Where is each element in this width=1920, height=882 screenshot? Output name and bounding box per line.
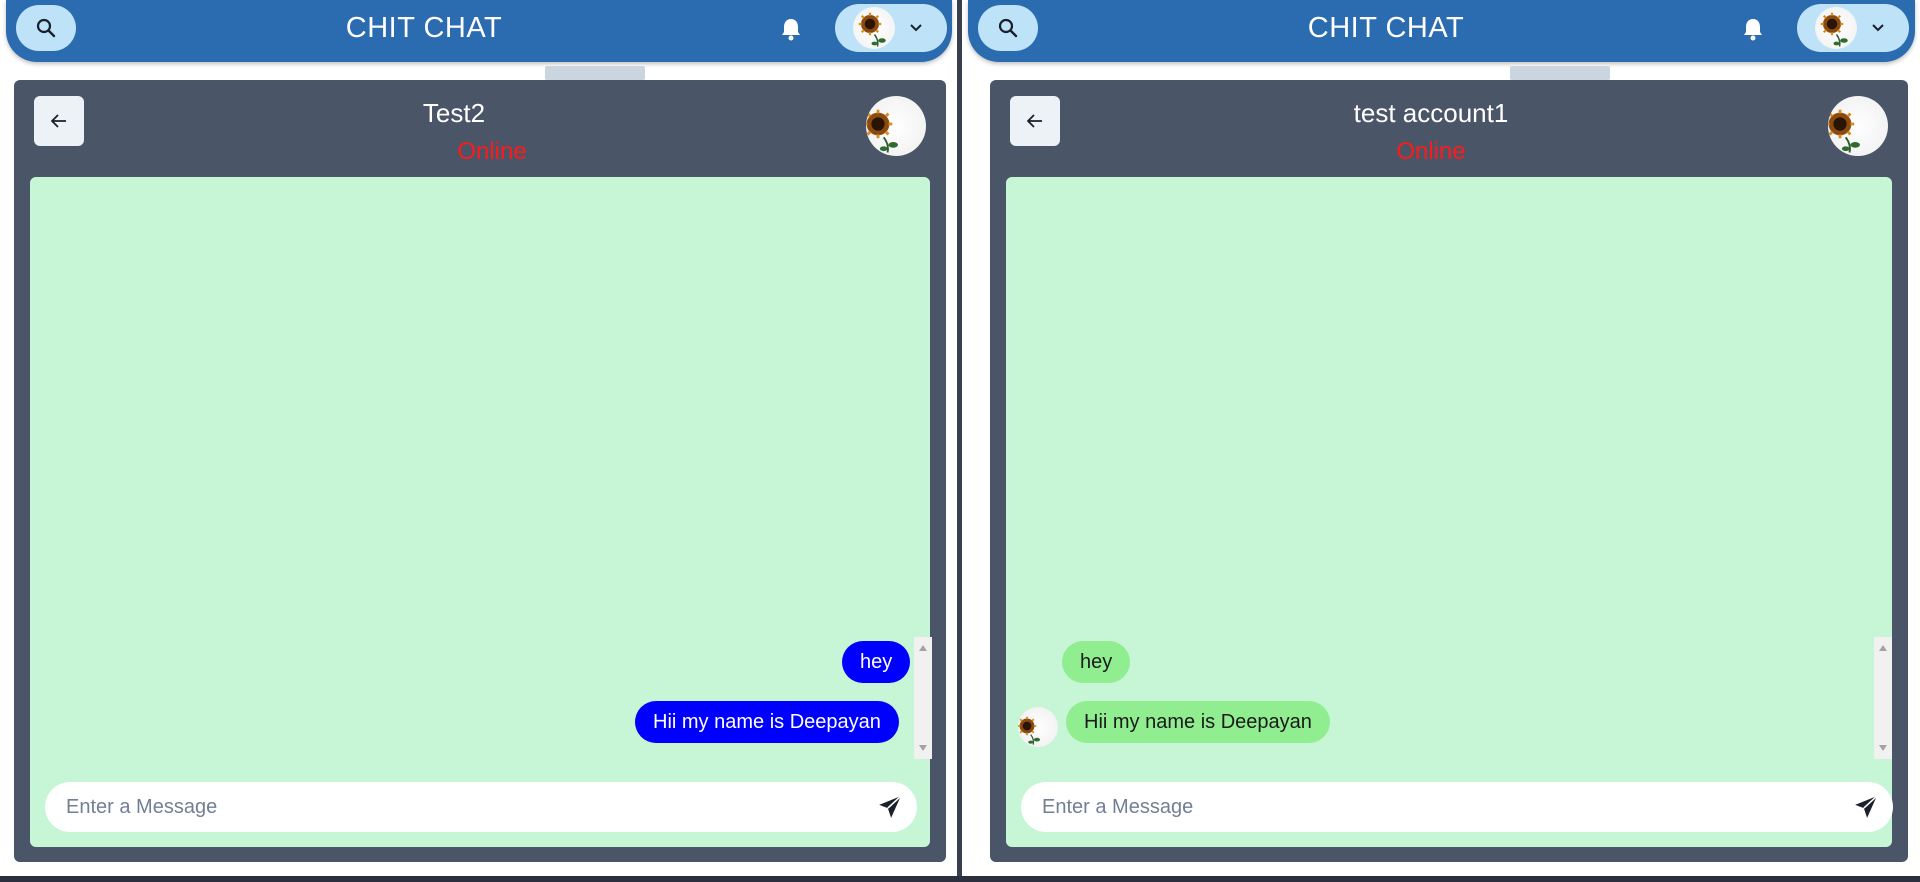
top-navbar: CHIT CHAT bbox=[6, 0, 952, 62]
app-title: CHIT CHAT bbox=[345, 12, 503, 44]
bell-icon bbox=[782, 19, 800, 41]
profile-menu-button[interactable] bbox=[835, 4, 947, 52]
chevron-down-icon bbox=[910, 24, 922, 32]
message-composer bbox=[1021, 782, 1893, 832]
chat-panel: test account1 Online hey Hii my name is … bbox=[990, 80, 1908, 862]
contact-avatar[interactable] bbox=[1828, 96, 1888, 156]
sunflower-avatar-icon bbox=[866, 108, 900, 154]
messages-area: hey Hii my name is Deepayan bbox=[1006, 177, 1893, 847]
contact-avatar[interactable] bbox=[866, 96, 926, 156]
message-input[interactable] bbox=[1040, 794, 1834, 820]
sender-avatar bbox=[1018, 707, 1058, 747]
scroll-down-arrow[interactable] bbox=[1879, 745, 1887, 751]
left-window: CHIT CHAT Test2 Online hey Hii my name i… bbox=[0, 0, 957, 876]
scroll-down-arrow[interactable] bbox=[919, 745, 927, 751]
message-list[interactable]: hey Hii my name is Deepayan bbox=[1006, 637, 1874, 757]
bell-icon bbox=[1744, 19, 1762, 41]
chat-contact-name: test account1 bbox=[1353, 98, 1509, 128]
right-window: CHIT CHAT test account1 Online hey Hii m… bbox=[962, 0, 1920, 876]
sunflower-avatar-icon bbox=[1828, 108, 1862, 154]
page-scroll-handle[interactable] bbox=[1510, 66, 1610, 80]
chat-contact-name: Test2 bbox=[422, 98, 486, 128]
sunflower-avatar-icon bbox=[1819, 11, 1849, 48]
app-title: CHIT CHAT bbox=[1307, 12, 1465, 44]
sunflower-avatar-icon bbox=[857, 11, 887, 48]
message-input[interactable] bbox=[64, 794, 858, 820]
message-list[interactable]: hey Hii my name is Deepayan bbox=[30, 637, 914, 757]
avatar bbox=[1815, 7, 1857, 49]
send-icon[interactable] bbox=[1853, 794, 1879, 820]
message-bubble-received: Hii my name is Deepayan bbox=[1066, 701, 1330, 743]
message-bubble-sent: Hii my name is Deepayan bbox=[635, 701, 899, 743]
notification-bell[interactable] bbox=[778, 16, 804, 42]
chat-contact-status: Online bbox=[1396, 138, 1466, 165]
message-composer bbox=[45, 782, 917, 832]
scroll-up-arrow[interactable] bbox=[919, 645, 927, 651]
messages-area: hey Hii my name is Deepayan bbox=[30, 177, 932, 847]
chat-contact-status: Online bbox=[457, 138, 527, 165]
scroll-up-arrow[interactable] bbox=[1879, 645, 1887, 651]
message-scrollbar[interactable] bbox=[914, 637, 932, 759]
page-scroll-handle[interactable] bbox=[545, 66, 645, 80]
profile-menu-button[interactable] bbox=[1797, 4, 1909, 52]
taskbar-strip bbox=[0, 876, 1920, 882]
message-bubble-sent: hey bbox=[842, 641, 911, 683]
message-bubble-received: hey bbox=[1062, 641, 1131, 683]
avatar bbox=[853, 7, 895, 49]
chat-panel: Test2 Online hey Hii my name is Deepayan bbox=[14, 80, 946, 862]
sunflower-avatar-icon bbox=[1018, 715, 1041, 746]
chevron-down-icon bbox=[1872, 24, 1884, 32]
notification-bell[interactable] bbox=[1740, 16, 1766, 42]
send-icon[interactable] bbox=[877, 794, 903, 820]
top-navbar: CHIT CHAT bbox=[968, 0, 1915, 62]
message-scrollbar[interactable] bbox=[1874, 637, 1892, 759]
